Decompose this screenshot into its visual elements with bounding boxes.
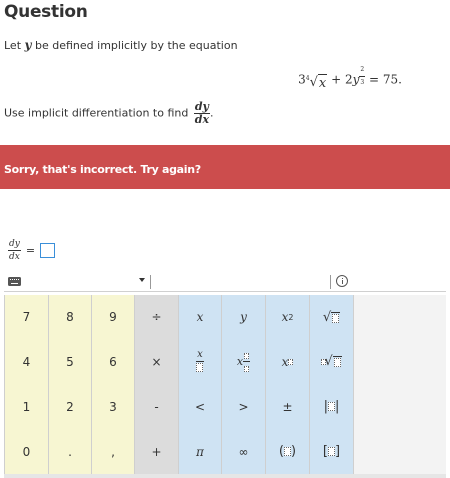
- key-x-squared-base: x: [281, 310, 289, 324]
- placeholder-box-icon: [196, 363, 204, 372]
- key-exponent[interactable]: x: [265, 339, 309, 384]
- key-0[interactable]: 0: [4, 429, 48, 474]
- instruction: Use implicit differentiation to find dy d…: [4, 101, 213, 126]
- key-comma[interactable]: ,: [91, 429, 134, 474]
- key-x-squared-power: 2: [288, 312, 294, 322]
- derivative-fraction: dy dx: [193, 101, 210, 126]
- chevron-down-icon[interactable]: [139, 278, 145, 282]
- key-x[interactable]: x: [178, 295, 221, 339]
- answer-input[interactable]: [40, 243, 56, 258]
- key-y-label: y: [240, 310, 247, 324]
- toolbar-divider: [150, 275, 151, 289]
- keypad-toolbar: [4, 272, 446, 292]
- answer-lhs-fraction: dy dx: [8, 238, 21, 263]
- instruction-period: .: [209, 106, 214, 120]
- key-x-label: x: [196, 310, 204, 324]
- placeholder-box-icon: [244, 352, 250, 359]
- key-nth-root[interactable]: √: [309, 339, 353, 384]
- key-multiply[interactable]: ×: [134, 339, 178, 384]
- implicit-equation: 3 4 √ x + 2y 2 3 = 75.: [298, 64, 402, 91]
- intro-variable: y: [24, 38, 32, 52]
- placeholder-box-icon: [288, 358, 294, 365]
- key-5[interactable]: 5: [48, 339, 91, 384]
- key-divide[interactable]: ÷: [134, 295, 178, 339]
- key-square-root[interactable]: √: [309, 295, 353, 339]
- root-index: 4: [305, 74, 310, 82]
- key-parentheses[interactable]: (): [265, 429, 309, 474]
- answer-lhs-denominator: dx: [9, 252, 20, 262]
- intro-text-end: be defined implicitly by the equation: [31, 39, 238, 52]
- key-1[interactable]: 1: [4, 384, 48, 429]
- placeholder-box-icon: [244, 365, 250, 372]
- answer-row: dy dx =: [8, 238, 56, 263]
- key-fraction[interactable]: x: [178, 339, 221, 384]
- key-plus-minus[interactable]: ±: [265, 384, 309, 429]
- placeholder-box-icon: [328, 447, 335, 456]
- key-less-than[interactable]: <: [178, 384, 221, 429]
- instruction-text: Use implicit differentiation to find: [4, 106, 189, 120]
- equation-rhs: = 75.: [369, 72, 402, 87]
- key-x-squared[interactable]: x2: [265, 295, 309, 339]
- placeholder-box-icon: [328, 402, 335, 411]
- intro-text-start: Let: [4, 39, 25, 52]
- answer-lhs-numerator: dy: [8, 239, 21, 251]
- exponent-numerator: 2: [359, 64, 366, 77]
- key-infinity[interactable]: ∞: [221, 429, 265, 474]
- key-4[interactable]: 4: [4, 339, 48, 384]
- key-6[interactable]: 6: [91, 339, 134, 384]
- keypad-empty-area: [353, 295, 446, 474]
- key-pi[interactable]: π: [178, 429, 221, 474]
- equation-coefficient-1: 3: [298, 72, 306, 87]
- equation-plus: +: [331, 72, 342, 87]
- question-intro: Let y be defined implicitly by the equat…: [4, 38, 238, 52]
- keyboard-icon[interactable]: [8, 277, 21, 286]
- placeholder-box-icon: [284, 447, 291, 456]
- answer-equals: =: [25, 244, 36, 257]
- derivative-denominator: dx: [194, 113, 210, 126]
- exponent-denominator: 3: [360, 79, 365, 86]
- placeholder-box-icon: [332, 313, 340, 323]
- key-pi-label: π: [196, 444, 204, 459]
- key-brackets[interactable]: []: [309, 429, 353, 474]
- equation-coefficient-2: 2: [344, 72, 353, 87]
- key-greater-than[interactable]: >: [221, 384, 265, 429]
- key-8[interactable]: 8: [48, 295, 91, 339]
- key-3[interactable]: 3: [91, 384, 134, 429]
- key-absolute-value[interactable]: | |: [309, 384, 353, 429]
- placeholder-box-icon: [321, 358, 327, 365]
- question-heading: Question: [4, 2, 88, 22]
- key-decimal[interactable]: .: [48, 429, 91, 474]
- key-mixed-fraction[interactable]: x: [221, 339, 265, 384]
- fourth-root: 4 √ x: [305, 73, 328, 91]
- math-keypad: 7 8 9 ÷ x y x2 √ 4 5 6 × x x x √ 1 2 3 -…: [4, 295, 446, 478]
- key-plus[interactable]: +: [134, 429, 178, 474]
- feedback-banner: Sorry, that's incorrect. Try again?: [0, 145, 450, 189]
- key-minus[interactable]: -: [134, 384, 178, 429]
- radicand: x: [318, 75, 327, 91]
- key-fraction-numerator: x: [197, 349, 203, 360]
- feedback-message: Sorry, that's incorrect. Try again?: [4, 163, 201, 176]
- key-2[interactable]: 2: [48, 384, 91, 429]
- key-exponent-base: x: [281, 354, 289, 369]
- key-7[interactable]: 7: [4, 295, 48, 339]
- toolbar-divider: [330, 275, 331, 289]
- info-icon[interactable]: [336, 275, 348, 287]
- key-y[interactable]: y: [221, 295, 265, 339]
- placeholder-box-icon: [333, 358, 341, 367]
- key-9[interactable]: 9: [91, 295, 134, 339]
